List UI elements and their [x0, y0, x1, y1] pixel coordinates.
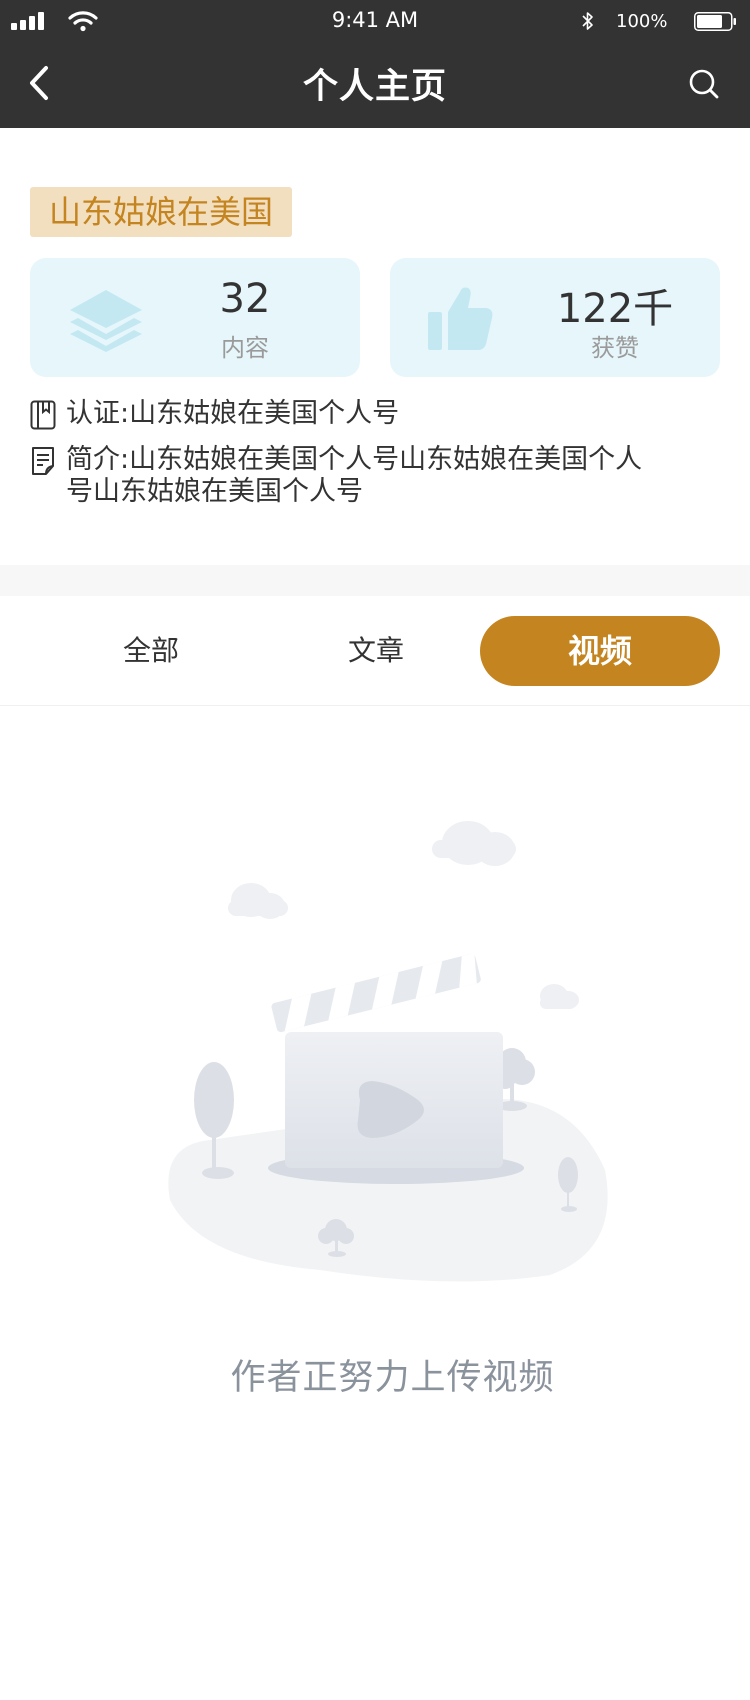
search-icon[interactable] [688, 68, 720, 100]
likes-count-card[interactable]: 122千 获赞 [390, 258, 720, 377]
bookmark-icon [30, 400, 56, 430]
intro-text-line-2: 号山东姑娘在美国个人号 [66, 476, 363, 507]
tab-videos[interactable]: 视频 [480, 616, 720, 686]
certification-text: 认证:山东姑娘在美国个人号 [66, 398, 400, 429]
empty-state-message: 作者正努力上传视频 [230, 1358, 555, 1398]
battery-percentage: 100% [616, 11, 668, 32]
intro-text-line-1: 简介:山东姑娘在美国个人号山东姑娘在美国个人 [66, 444, 643, 475]
author-name-tag: 山东姑娘在美国 [30, 187, 293, 237]
tabs-divider [0, 705, 750, 706]
likes-count: 122千 [556, 286, 674, 332]
content-count-label: 内容 [221, 334, 269, 362]
clapperboard-illustration [168, 821, 608, 1282]
certification-row: 认证:山东姑娘在美国个人号 [30, 398, 710, 434]
intro-row: 简介:山东姑娘在美国个人号山东姑娘在美国个人 号山东姑娘在美国个人号 [30, 444, 710, 510]
battery-icon [694, 12, 736, 31]
content-count: 32 [219, 276, 271, 322]
likes-count-label: 获赞 [591, 334, 639, 362]
note-icon [32, 447, 54, 475]
bluetooth-icon [582, 12, 593, 30]
section-divider [0, 565, 750, 596]
page-title: 个人主页 [302, 67, 447, 107]
thumbs-up-icon [428, 287, 493, 350]
tab-articles[interactable]: 文章 [256, 616, 496, 686]
tab-all[interactable]: 全部 [31, 616, 271, 686]
layers-icon [70, 290, 142, 352]
content-count-card[interactable]: 32 内容 [30, 258, 360, 377]
top-bar: 9:41 AM 100% 个人主页 [0, 0, 750, 128]
